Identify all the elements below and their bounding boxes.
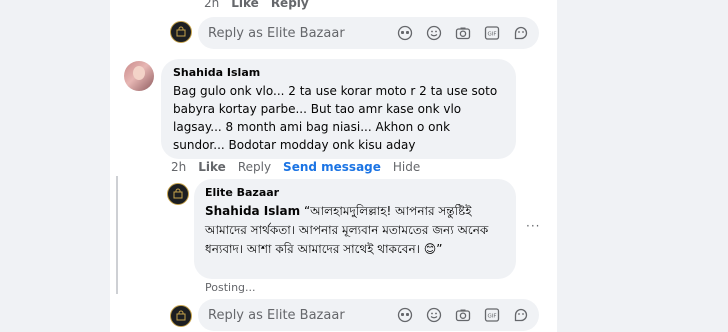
reply-button[interactable]: Reply	[271, 0, 309, 10]
comment-meta: 2h Like Reply Send message Hide	[171, 160, 420, 174]
camera-icon[interactable]	[455, 307, 471, 323]
like-button[interactable]: Like	[231, 0, 259, 10]
comment-time: 2h	[171, 160, 187, 174]
emoji-icon[interactable]	[426, 25, 442, 41]
emoji-icon[interactable]	[426, 307, 442, 323]
gif-icon[interactable]: GIF	[484, 307, 500, 323]
posting-label: Posting...	[205, 281, 256, 294]
reply-text: Shahida Islam “আলহামদুলিল্লাহ! আপনার সন্…	[205, 202, 504, 259]
avatar-sticker-icon[interactable]	[397, 307, 413, 323]
logo-icon	[176, 310, 186, 321]
sticker-icon[interactable]	[513, 307, 529, 323]
composer-icons: GIF	[397, 307, 529, 323]
reply-button[interactable]: Reply	[238, 160, 271, 174]
reply-author[interactable]: Elite Bazaar	[205, 186, 504, 199]
comment-meta-top: 2h Like Reply	[204, 0, 309, 10]
reply-bubble: Elite Bazaar Shahida Islam “আলহামদুলিল্ল…	[194, 179, 516, 279]
sticker-icon[interactable]	[513, 25, 529, 41]
avatar-sticker-icon[interactable]	[397, 25, 413, 41]
reply-composer[interactable]: GIF	[198, 17, 539, 49]
page-avatar	[170, 21, 192, 43]
hide-button[interactable]: Hide	[393, 160, 420, 174]
reply-composer[interactable]: GIF	[198, 299, 539, 331]
page-avatar	[170, 305, 192, 327]
reply-input[interactable]	[208, 25, 397, 41]
more-options-icon[interactable]: ···	[526, 219, 540, 233]
composer-icons: GIF	[397, 25, 529, 41]
logo-icon	[173, 188, 183, 199]
commenter-avatar[interactable]	[124, 61, 154, 91]
thread-line	[116, 176, 118, 294]
camera-icon[interactable]	[455, 25, 471, 41]
comment-time: 2h	[204, 0, 220, 10]
comment-author[interactable]: Shahida Islam	[173, 66, 504, 79]
comment-text: Bag gulo onk vlo... 2 ta use korar moto …	[173, 84, 498, 152]
like-button[interactable]: Like	[198, 160, 226, 174]
posting-status: Posting...	[205, 281, 256, 294]
mention-link[interactable]: Shahida Islam	[205, 204, 300, 218]
logo-icon	[176, 26, 186, 37]
comment-bubble: Shahida Islam Bag gulo onk vlo... 2 ta u…	[161, 59, 516, 159]
svg-text:GIF: GIF	[487, 32, 496, 38]
page-avatar	[167, 183, 189, 205]
send-message-button[interactable]: Send message	[283, 160, 381, 174]
reply-input[interactable]	[208, 307, 397, 323]
gif-icon[interactable]: GIF	[484, 25, 500, 41]
svg-text:GIF: GIF	[487, 314, 496, 320]
